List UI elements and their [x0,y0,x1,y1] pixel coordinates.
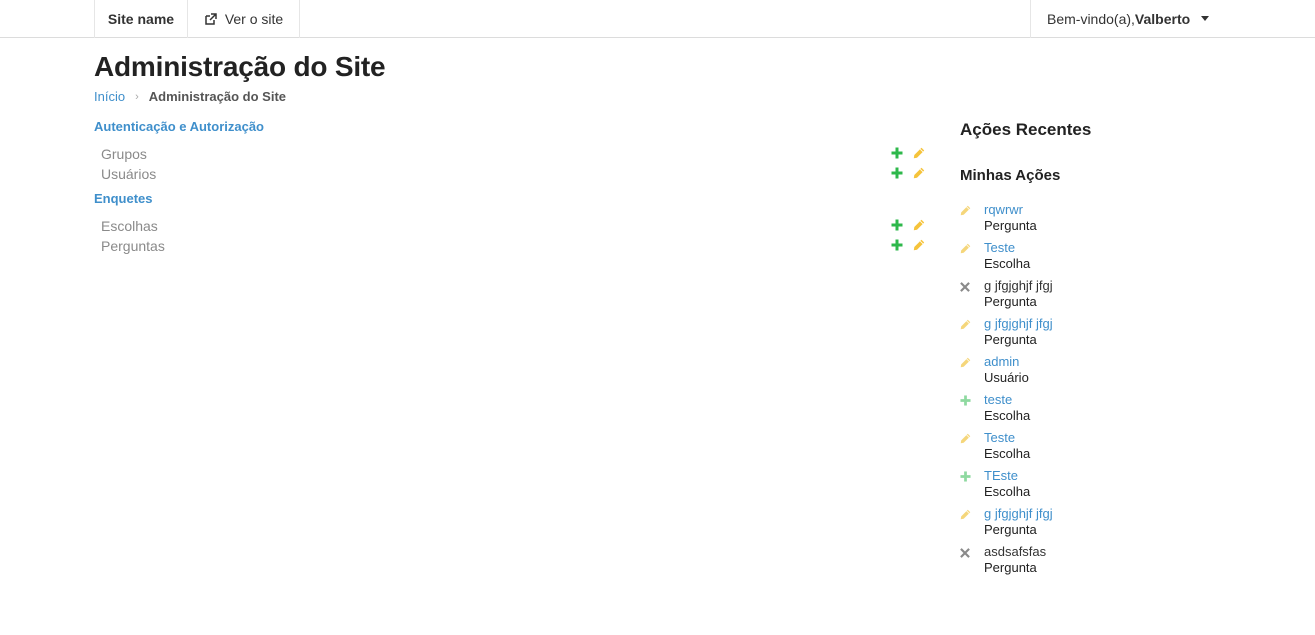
add-icon [891,219,903,231]
action-type-icon [960,470,971,485]
action-type-icon [960,508,971,523]
recent-action-item: g jfgjghjf jfgj Pergunta [960,506,1260,542]
welcome-text: Bem-vindo(a), [1047,11,1135,27]
breadcrumb: Início › Administração do Site [94,89,286,104]
change-model-button[interactable] [913,238,925,254]
pencil-icon [913,147,925,159]
model-link[interactable]: Escolhas [101,218,158,234]
object-link[interactable]: rqwrwr [984,202,1023,217]
action-type-icon [960,546,970,561]
breadcrumb-home-link[interactable]: Início [94,89,125,104]
site-name-link[interactable]: Site name [94,0,188,38]
username: Valberto [1134,11,1191,27]
model-link[interactable]: Usuários [101,166,156,182]
pencil-icon [960,243,971,254]
pencil-icon [913,167,925,179]
content-type-label: Escolha [984,484,1031,499]
recent-action-item: teste Escolha [960,392,1260,428]
action-type-icon [960,356,971,371]
caret-down-icon [1201,15,1210,21]
action-type-icon [960,280,970,295]
site-name-label: Site name [107,11,175,27]
delete-icon [960,282,970,292]
add-model-button[interactable] [891,218,903,234]
content-type-label: Usuário [984,370,1029,385]
object-link[interactable]: Teste [984,240,1015,255]
content-type-label: Pergunta [984,332,1037,347]
pencil-icon [960,509,971,520]
add-icon [960,395,971,406]
recent-action-item: asdsafsfas Pergunta [960,544,1260,580]
content-type-label: Pergunta [984,218,1037,233]
action-type-icon [960,204,971,219]
view-site-label: Ver o site [224,11,284,27]
object-link[interactable]: TEste [984,468,1018,483]
recent-action-item: rqwrwr Pergunta [960,202,1260,238]
add-icon [891,239,903,251]
my-actions-title: Minhas Ações [960,167,1061,184]
recent-action-item: Teste Escolha [960,430,1260,466]
recent-actions-title: Ações Recentes [960,120,1092,139]
external-link-icon [205,12,217,25]
pencil-icon [913,239,925,251]
change-model-button[interactable] [913,146,925,162]
model-link[interactable]: Grupos [101,146,147,162]
user-menu-toggle[interactable]: Bem-vindo(a), Valberto [1030,0,1220,38]
add-model-button[interactable] [891,146,903,162]
add-icon [891,147,903,159]
content-type-label: Pergunta [984,294,1037,309]
change-model-button[interactable] [913,166,925,182]
deleted-object-name: g jfgjghjf jfgj [984,278,1053,293]
content-type-label: Escolha [984,256,1031,271]
breadcrumb-separator-icon: › [135,90,139,103]
action-type-icon [960,318,971,333]
add-icon [891,167,903,179]
model-row: Perguntas [101,237,931,257]
add-model-button[interactable] [891,166,903,182]
recent-action-item: TEste Escolha [960,468,1260,504]
content-type-label: Escolha [984,408,1031,423]
pencil-icon [960,319,971,330]
object-link[interactable]: g jfgjghjf jfgj [984,506,1053,521]
object-link[interactable]: Teste [984,430,1015,445]
object-link[interactable]: admin [984,354,1019,369]
change-model-button[interactable] [913,218,925,234]
pencil-icon [960,205,971,216]
object-link[interactable]: teste [984,392,1012,407]
recent-action-item: g jfgjghjf jfgj Pergunta [960,278,1260,314]
pencil-icon [913,219,925,231]
add-model-button[interactable] [891,238,903,254]
content-type-label: Pergunta [984,560,1037,575]
module-title[interactable]: Autenticação e Autorização [94,119,264,134]
page-title: Administração do Site [94,51,386,82]
model-row: Usuários [101,165,931,185]
model-link[interactable]: Perguntas [101,238,165,254]
delete-icon [960,548,970,558]
deleted-object-name: asdsafsfas [984,544,1047,559]
recent-action-item: g jfgjghjf jfgj Pergunta [960,316,1260,352]
view-site-link[interactable]: Ver o site [188,0,300,38]
module-title[interactable]: Enquetes [94,191,153,206]
recent-action-item: Teste Escolha [960,240,1260,276]
add-icon [960,471,971,482]
content-type-label: Escolha [984,446,1031,461]
breadcrumb-current: Administração do Site [148,89,286,104]
object-link[interactable]: g jfgjghjf jfgj [984,316,1053,331]
top-navbar: Site name Ver o site Bem-vindo(a), Valber… [0,0,1315,38]
model-row: Escolhas [101,217,931,237]
action-type-icon [960,242,971,257]
model-row: Grupos [101,145,931,165]
action-type-icon [960,432,971,447]
content-type-label: Pergunta [984,522,1037,537]
recent-action-item: admin Usuário [960,354,1260,390]
pencil-icon [960,433,971,444]
pencil-icon [960,357,971,368]
action-type-icon [960,394,971,409]
